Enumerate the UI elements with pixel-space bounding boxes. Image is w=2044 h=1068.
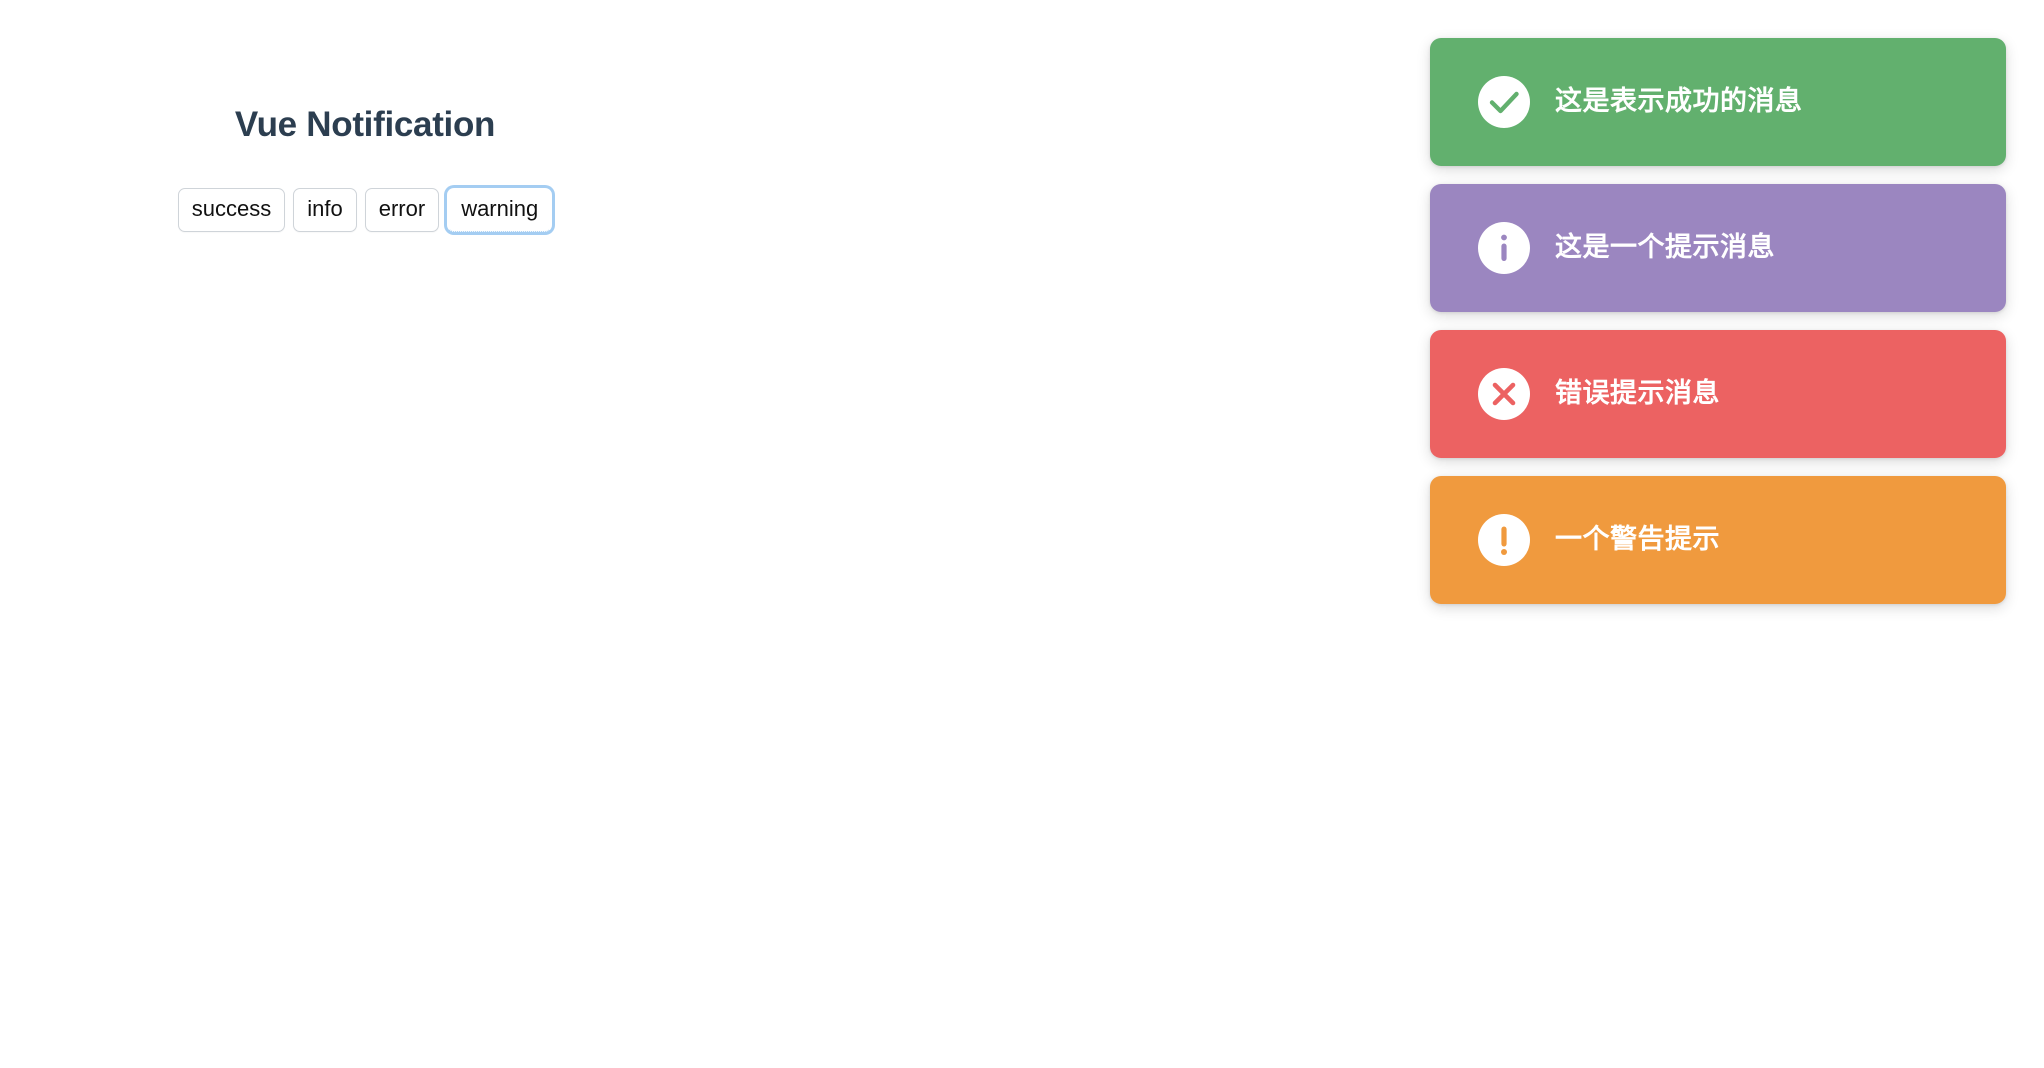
notification-error[interactable]: 错误提示消息 xyxy=(1430,330,2006,458)
warning-button[interactable]: warning xyxy=(447,188,553,232)
notification-message: 这是表示成功的消息 xyxy=(1555,86,1803,117)
info-circle-icon xyxy=(1478,222,1530,274)
close-circle-icon xyxy=(1478,368,1530,420)
app-root: Vue Notification success info error warn… xyxy=(0,0,2044,1068)
info-button[interactable]: info xyxy=(293,188,357,232)
notification-message: 错误提示消息 xyxy=(1555,378,1720,409)
notification-info[interactable]: 这是一个提示消息 xyxy=(1430,184,2006,312)
notification-message: 这是一个提示消息 xyxy=(1555,232,1775,263)
notification-warning[interactable]: 一个警告提示 xyxy=(1430,476,2006,604)
check-circle-icon xyxy=(1478,76,1530,128)
exclamation-circle-icon xyxy=(1478,514,1530,566)
success-button[interactable]: success xyxy=(177,188,286,232)
demo-panel: Vue Notification success info error warn… xyxy=(0,0,730,232)
notification-success[interactable]: 这是表示成功的消息 xyxy=(1430,38,2006,166)
page-title: Vue Notification xyxy=(234,105,496,144)
notification-trigger-buttons: success info error warning xyxy=(0,188,730,232)
notification-message: 一个警告提示 xyxy=(1555,524,1720,555)
error-button[interactable]: error xyxy=(364,188,440,232)
notification-stack: 这是表示成功的消息 这是一个提示消息 错误提示消息 一个警告提示 xyxy=(1430,38,2006,604)
